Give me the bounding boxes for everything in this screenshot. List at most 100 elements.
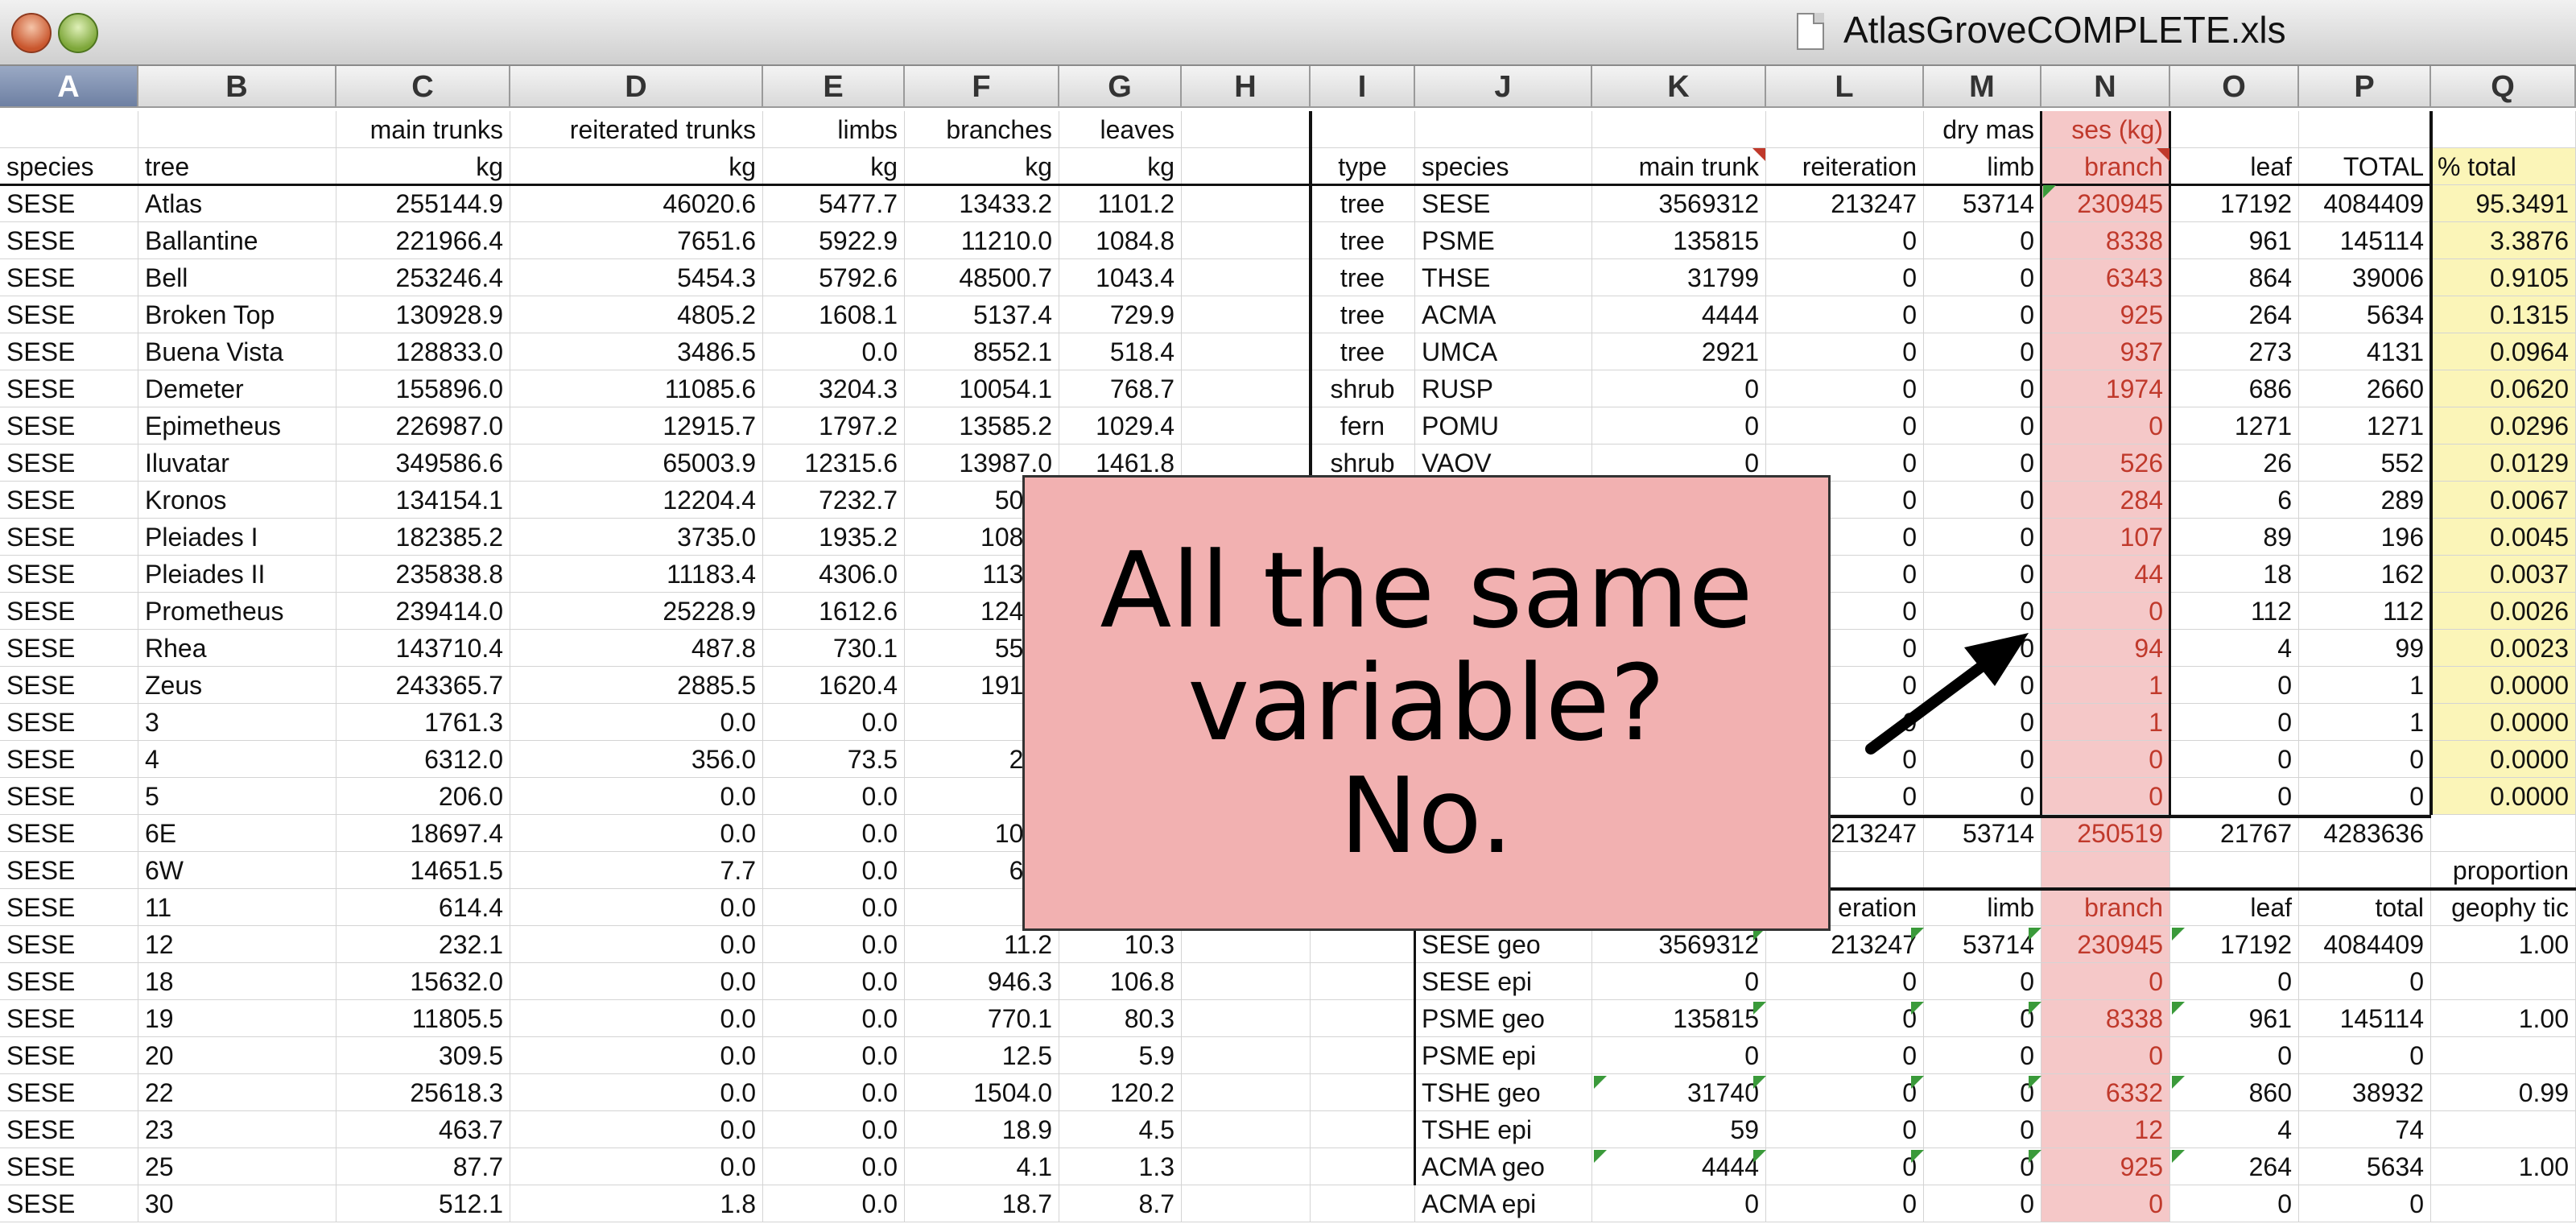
data-cell[interactable]: 1101.2 (1059, 185, 1182, 222)
data-cell[interactable]: 2921 (1592, 333, 1766, 370)
data-cell[interactable]: 145114 (2299, 1000, 2431, 1037)
data-cell[interactable]: 112 (2170, 593, 2299, 630)
data-cell[interactable]: tree (1311, 185, 1415, 222)
data-cell[interactable]: 4283636 (2299, 815, 2431, 852)
header-cell[interactable]: leaf (2170, 148, 2299, 185)
data-cell[interactable]: 65003.9 (510, 445, 763, 482)
data-cell[interactable]: 23 (138, 1111, 336, 1148)
data-cell[interactable]: 0.0 (763, 1037, 905, 1074)
data-cell[interactable]: 0.0000 (2431, 667, 2576, 704)
data-cell[interactable]: 10054.1 (905, 370, 1059, 407)
data-cell[interactable]: SESE (0, 1185, 138, 1222)
data-cell[interactable]: 5137.4 (905, 296, 1059, 333)
data-cell[interactable]: 80.3 (1059, 1000, 1182, 1037)
data-cell[interactable]: 3204.3 (763, 370, 905, 407)
header-cell[interactable]: leaves (1059, 111, 1182, 148)
data-cell[interactable] (1182, 1185, 1311, 1222)
data-cell[interactable]: SESE (0, 778, 138, 815)
data-cell[interactable]: shrub (1311, 370, 1415, 407)
data-cell[interactable]: 8.7 (1059, 1185, 1182, 1222)
column-header-q[interactable]: Q (2431, 66, 2576, 108)
data-cell[interactable]: 0.0 (763, 889, 905, 926)
data-cell[interactable]: 4084409 (2299, 926, 2431, 963)
data-cell[interactable]: SESE (0, 704, 138, 741)
data-cell[interactable]: 0.0045 (2431, 519, 2576, 556)
header-cell[interactable]: tree (138, 148, 336, 185)
column-header-j[interactable]: J (1415, 66, 1592, 108)
data-cell[interactable]: 860 (2170, 1074, 2299, 1111)
data-cell[interactable]: 0 (2299, 963, 2431, 1000)
data-cell[interactable]: TSHE epi (1415, 1111, 1592, 1148)
header-cell[interactable]: branch (2041, 148, 2170, 185)
data-cell[interactable]: 38932 (2299, 1074, 2431, 1111)
data-cell[interactable]: 255144.9 (336, 185, 510, 222)
data-cell[interactable]: 18.9 (905, 1111, 1059, 1148)
data-cell[interactable]: 925 (2041, 1148, 2170, 1185)
header-cell[interactable]: branches (905, 111, 1059, 148)
data-cell[interactable]: 21767 (2170, 815, 2299, 852)
column-header-b[interactable]: B (138, 66, 336, 108)
data-cell[interactable]: SESE (0, 667, 138, 704)
data-cell[interactable]: 22 (138, 1074, 336, 1111)
data-cell[interactable]: 0 (2299, 778, 2431, 815)
data-cell[interactable]: 0.0 (763, 852, 905, 889)
data-cell[interactable]: 768.7 (1059, 370, 1182, 407)
data-cell[interactable]: 4306.0 (763, 556, 905, 593)
data-cell[interactable]: proportion (2431, 852, 2576, 889)
data-cell[interactable]: 0 (1924, 519, 2041, 556)
data-cell[interactable]: 213247 (1766, 926, 1924, 963)
data-cell[interactable]: RUSP (1415, 370, 1592, 407)
data-cell[interactable]: 2885.5 (510, 667, 763, 704)
data-cell[interactable]: 5477.7 (763, 185, 905, 222)
data-cell[interactable]: 1.00 (2431, 1148, 2576, 1185)
data-cell[interactable]: 6 (2170, 482, 2299, 519)
data-cell[interactable]: 0 (1592, 370, 1766, 407)
data-cell[interactable] (2041, 852, 2170, 889)
data-cell[interactable]: 5792.6 (763, 259, 905, 296)
data-cell[interactable]: 0 (1592, 1037, 1766, 1074)
data-cell[interactable]: 0 (1924, 667, 2041, 704)
header-cell[interactable]: % total (2431, 148, 2576, 185)
data-cell[interactable]: SESE (0, 963, 138, 1000)
data-cell[interactable]: SESE (0, 333, 138, 370)
header-cell[interactable] (1415, 111, 1592, 148)
data-cell[interactable]: PSME (1415, 222, 1592, 259)
data-cell[interactable]: 8338 (2041, 1000, 2170, 1037)
data-cell[interactable]: 0.0 (510, 926, 763, 963)
data-cell[interactable]: Buena Vista (138, 333, 336, 370)
data-cell[interactable]: 686 (2170, 370, 2299, 407)
data-cell[interactable]: 4444 (1592, 296, 1766, 333)
data-cell[interactable]: 1271 (2170, 407, 2299, 445)
data-cell[interactable]: 0 (1766, 296, 1924, 333)
data-cell[interactable]: 0 (1924, 556, 2041, 593)
data-cell[interactable]: 0 (2170, 1185, 2299, 1222)
data-cell[interactable]: 1043.4 (1059, 259, 1182, 296)
data-cell[interactable]: 18 (138, 963, 336, 1000)
data-cell[interactable]: 512.1 (336, 1185, 510, 1222)
data-cell[interactable]: 864 (2170, 259, 2299, 296)
data-cell[interactable]: TSHE geo (1415, 1074, 1592, 1111)
data-cell[interactable]: 0.0 (510, 1074, 763, 1111)
data-cell[interactable]: 937 (2041, 333, 2170, 370)
data-cell[interactable]: 196 (2299, 519, 2431, 556)
column-header-f[interactable]: F (905, 66, 1059, 108)
column-header-o[interactable]: O (2170, 66, 2299, 108)
data-cell[interactable]: PSME geo (1415, 1000, 1592, 1037)
data-cell[interactable]: 74 (2299, 1111, 2431, 1148)
data-cell[interactable]: 264 (2170, 296, 2299, 333)
data-cell[interactable]: SESE epi (1415, 963, 1592, 1000)
data-cell[interactable]: 5922.9 (763, 222, 905, 259)
data-cell[interactable]: 8552.1 (905, 333, 1059, 370)
data-cell[interactable]: 2660 (2299, 370, 2431, 407)
data-cell[interactable] (1182, 1111, 1311, 1148)
data-cell[interactable]: 206.0 (336, 778, 510, 815)
header-cell[interactable] (2299, 111, 2431, 148)
data-cell[interactable]: 0 (1924, 333, 2041, 370)
data-cell[interactable]: 1935.2 (763, 519, 905, 556)
data-cell[interactable]: 4131 (2299, 333, 2431, 370)
data-cell[interactable]: Pleiades I (138, 519, 336, 556)
data-cell[interactable] (1182, 259, 1311, 296)
column-header-k[interactable]: K (1592, 66, 1766, 108)
data-cell[interactable]: 232.1 (336, 926, 510, 963)
data-cell[interactable]: 961 (2170, 222, 2299, 259)
